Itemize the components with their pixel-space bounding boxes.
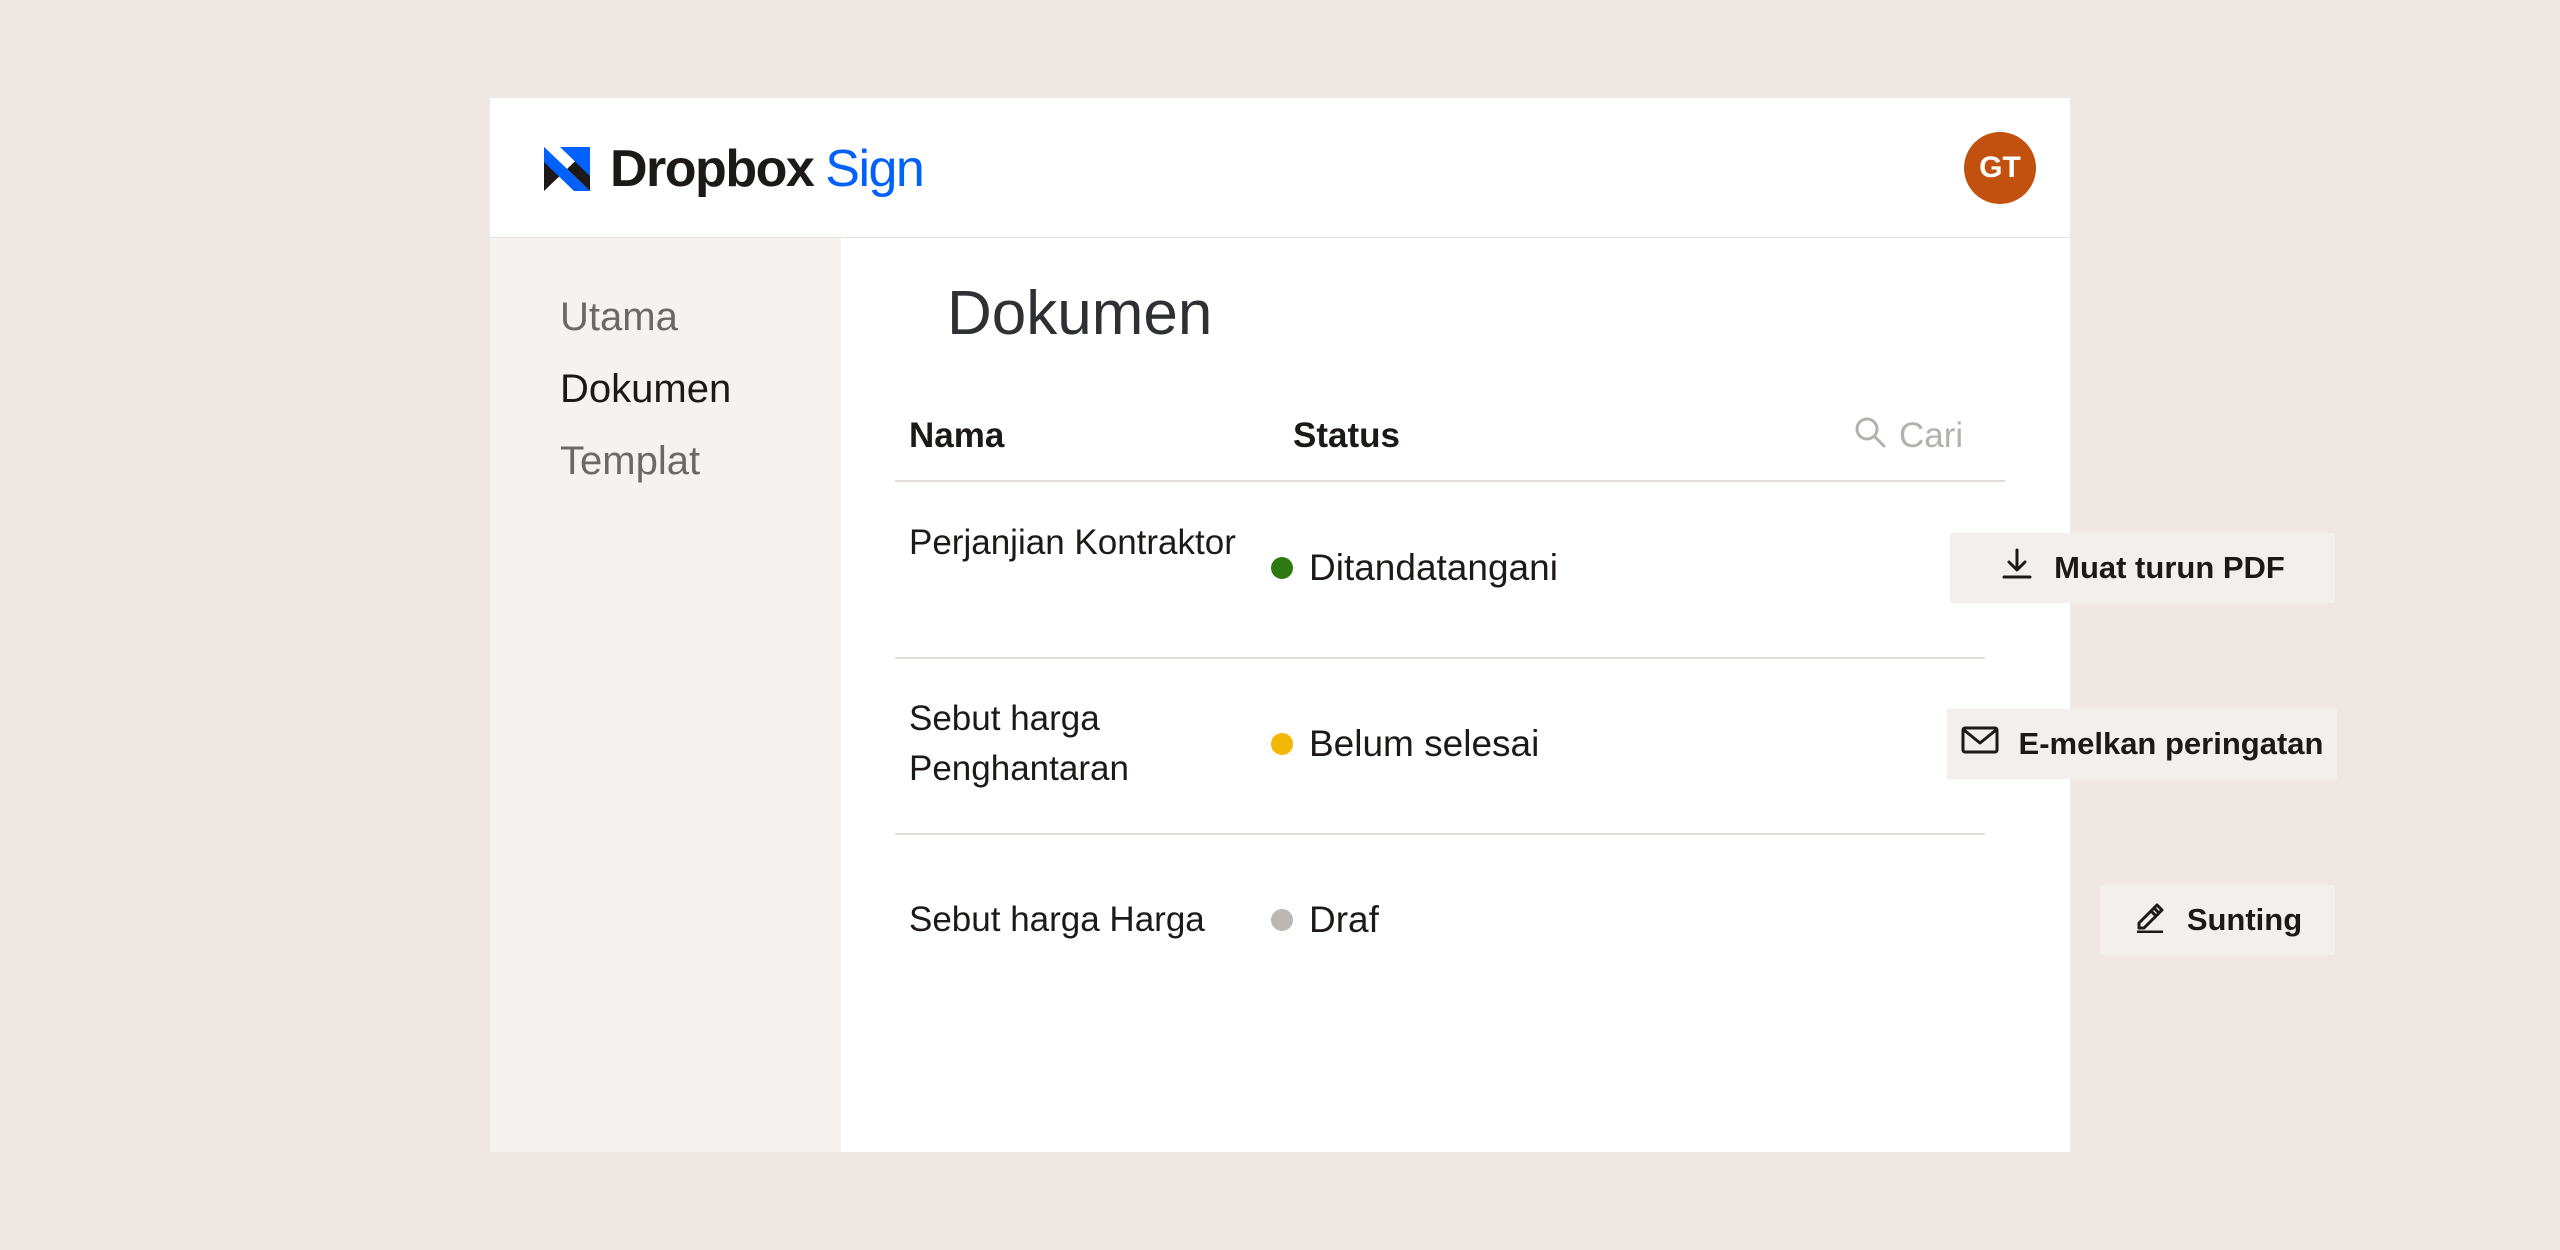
- brand-product: Sign: [825, 140, 925, 198]
- sidebar-item-dokumen[interactable]: Dokumen: [560, 365, 731, 413]
- button-label: Sunting: [2186, 902, 2303, 937]
- column-header-name: Nama: [909, 416, 1005, 455]
- status-dot: [1271, 557, 1293, 579]
- sidebar-item-templat[interactable]: Templat: [560, 437, 700, 485]
- document-name[interactable]: Sebut harga Penghantaran: [909, 694, 1249, 794]
- status-badge: Belum selesai: [1271, 719, 1539, 769]
- button-label: E-melkan peringatan: [2018, 726, 2324, 761]
- document-name[interactable]: Sebut harga Harga: [909, 895, 1309, 945]
- status-badge: Draf: [1271, 895, 1379, 945]
- header-divider: [895, 480, 2005, 482]
- sidebar: Utama Dokumen Templat: [490, 238, 841, 1152]
- page-title: Dokumen: [947, 279, 1213, 348]
- email-reminder-button[interactable]: E-melkan peringatan: [1947, 709, 2337, 779]
- sidebar-item-utama[interactable]: Utama: [560, 293, 678, 341]
- column-header-status: Status: [1293, 416, 1400, 455]
- download-icon: [2000, 547, 2054, 589]
- avatar[interactable]: GT: [1964, 132, 2036, 204]
- row-divider: [895, 833, 1985, 835]
- button-label: Muat turun PDF: [2054, 550, 2285, 585]
- envelope-icon: [1961, 725, 2019, 763]
- brand-logo[interactable]: Dropbox Sign: [544, 140, 925, 198]
- search-icon: [1853, 415, 1899, 458]
- top-bar: Dropbox Sign GT: [490, 98, 2070, 238]
- row-divider: [895, 657, 1985, 659]
- status-label: Ditandatangani: [1309, 547, 1558, 588]
- status-dot: [1271, 733, 1293, 755]
- main-content: Dokumen Nama Status Cari Perjanjian Kont…: [841, 238, 2337, 1152]
- dropbox-sign-logo-icon: [544, 144, 590, 194]
- status-label: Draf: [1309, 899, 1379, 940]
- status-dot: [1271, 909, 1293, 931]
- app-window: Dropbox Sign GT Utama Dokumen Templat Dok…: [490, 98, 2337, 1152]
- brand-wordmark: Dropbox Sign: [610, 140, 925, 198]
- search-input[interactable]: Cari: [1853, 414, 1963, 458]
- brand-name: Dropbox: [610, 140, 815, 198]
- download-pdf-button[interactable]: Muat turun PDF: [1950, 533, 2335, 603]
- search-placeholder: Cari: [1899, 416, 1964, 455]
- pencil-icon: [2133, 899, 2187, 941]
- document-name[interactable]: Perjanjian Kontraktor: [909, 518, 1249, 568]
- edit-button[interactable]: Sunting: [2100, 885, 2335, 955]
- status-label: Belum selesai: [1309, 723, 1540, 764]
- status-badge: Ditandatangani: [1271, 543, 1558, 593]
